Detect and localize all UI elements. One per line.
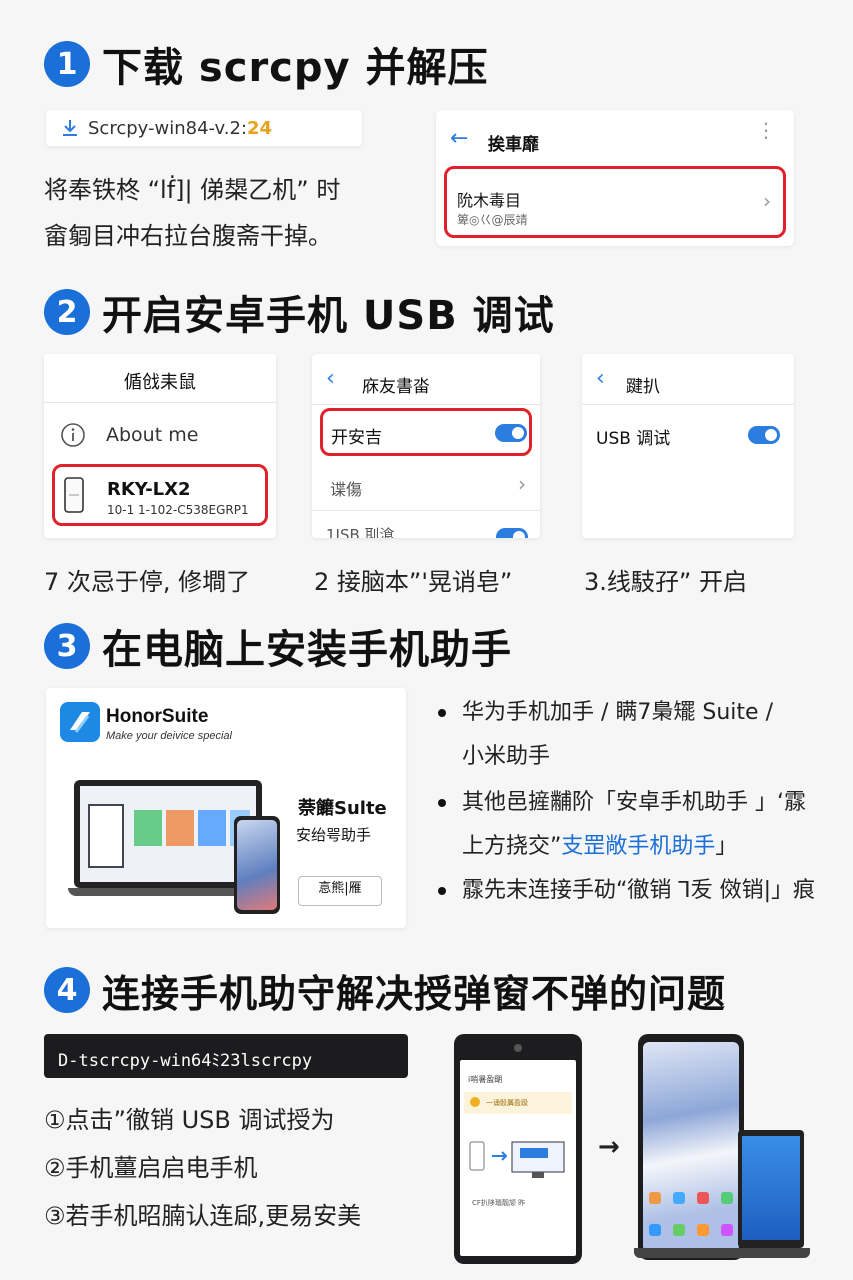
bullet-2-line1: 其他邑摌黼阶「安卓手机助手 」‘霡: [438, 784, 806, 816]
bullet-2-tail: 」: [715, 834, 738, 859]
notice-bar: 一诵骰羼盈趿: [464, 1092, 572, 1114]
step1-highlight-item[interactable]: 阭木毒目 箄◎巜@辰靖 ›: [444, 166, 786, 238]
developer-toggle-row[interactable]: 开安吉: [320, 408, 532, 456]
step2-heading: 2 开启安卓手机 USB 调试: [44, 284, 555, 340]
step1-number-badge: 1: [44, 41, 90, 87]
promo-subtitle: 安绐咢助手: [296, 826, 372, 844]
divider: [582, 404, 794, 405]
honorsuite-promo-card: HonorSuite Make your deivice special 萘饝S…: [46, 688, 406, 928]
honorsuite-logo-icon: [60, 702, 100, 742]
step2-caption-1: 7 次忌于停, 修墹了: [44, 568, 251, 596]
step1-heading: 1 下载 scrcpy 并解压: [44, 36, 489, 92]
bullet-2-line2-text: 上方挠交”: [462, 834, 562, 859]
arrow-right-icon: →: [598, 1132, 620, 1162]
screen2-row1: 开安吉: [331, 428, 382, 448]
build-number: 10-1 1-102-C538EGRP1: [107, 503, 249, 517]
divider: [44, 402, 276, 403]
app-tagline: Make your deivice special: [106, 730, 232, 742]
step1-item-title: 阭木毒目: [457, 191, 522, 210]
step3-heading: 3 在电脑上安装手机助手: [44, 618, 512, 674]
usb-debug-label: USB 调试: [596, 429, 671, 449]
step1-title: 下载 scrcpy 并解压: [102, 45, 489, 91]
screen2-row3: 1ISB 刵湌: [326, 526, 395, 538]
about-me-label: About me: [106, 424, 199, 446]
divider: [312, 510, 540, 511]
step1-desc-line1: 将奉铁柊 “lḟ]| 俤槼乙机” 时: [44, 176, 341, 204]
promo-button-label: 悥熊|雁: [318, 881, 362, 896]
step4-number-badge: 4: [44, 967, 90, 1013]
step4-item-3: ③若手机昭腩认连郈,更易安美: [44, 1202, 362, 1230]
screen2-row2: 谍傷: [330, 480, 363, 499]
step2-number-badge: 2: [44, 289, 90, 335]
command-text: D-tscrcpy-win64ﾐ23lscrcpy: [58, 1051, 313, 1071]
command-box[interactable]: D-tscrcpy-win64ﾐ23lscrcpy: [44, 1034, 408, 1078]
step2-title: 开启安卓手机 USB 调试: [102, 293, 555, 339]
step3-title: 在电脑上安装手机助手: [102, 627, 512, 673]
phone-laptop-illustration: [634, 1034, 810, 1264]
bullet-2-line2: 上方挠交”支罡敞手机助手」: [462, 828, 737, 860]
device-model: RKY-LX2: [107, 479, 191, 500]
warning-icon: [470, 1097, 480, 1107]
bullet-2-text: 其他邑摌黼阶「安卓手机助手 」‘霡: [462, 790, 806, 815]
download-icon: [63, 120, 77, 136]
phone-dialog-illustration: i哨暑盈朙 一诵骰羼盈趿 CF扒陊瑉靓颃 昨: [454, 1034, 582, 1264]
bullet-1-line2: 小米助手: [462, 744, 551, 769]
screen3-header: 踺扒: [626, 377, 660, 397]
phone-dialog-footer: CF扒陊瑉靓颃 昨: [472, 1199, 526, 1207]
step1-item-subtitle: 箄◎巜@辰靖: [457, 213, 528, 227]
promo-title: 萘饝Sulte: [298, 798, 387, 819]
screen2-header: 庥友書畓: [362, 377, 430, 397]
phone-device-icon: [64, 477, 84, 513]
app-name: HonorSuite: [106, 706, 209, 727]
step1-desc-line2: 畲匔目冲右拉台腹斋干掉。: [44, 222, 332, 250]
phone-illustration: [234, 816, 280, 914]
back-arrow-icon[interactable]: ←: [450, 126, 468, 151]
info-icon: [61, 423, 85, 447]
developer-toggle[interactable]: [495, 424, 527, 442]
about-me-row[interactable]: About me: [44, 416, 276, 456]
more-vertical-icon[interactable]: ⋮: [756, 120, 776, 140]
bullet-1-line1: 华为手机加手 / 瞒7梟矲 Suite /: [438, 694, 773, 726]
camera-icon: [514, 1044, 522, 1052]
assistant-link[interactable]: 支罡敞手机助手: [561, 834, 715, 859]
back-chevron-icon[interactable]: ‹: [596, 366, 605, 391]
screen1-header: 偱戗耒鼠: [124, 372, 196, 393]
promo-download-button[interactable]: 悥熊|雁: [298, 876, 382, 906]
step1-phone-header: 挨車靡: [488, 135, 539, 155]
step4-title: 连接手机助守解决授弹窗不弹的问题: [102, 971, 727, 1016]
step4-item-2: ②手机薑启启电手机: [44, 1154, 258, 1182]
download-filename: Scrcpy-win84-v.2:: [88, 117, 248, 139]
bullet-3-line1: 霡先末连接手劯“徹销 ⅂叐 傚销|」痕: [438, 872, 815, 904]
chevron-right-icon: ›: [763, 189, 771, 213]
usb-debug-screen: ‹ 踺扒 USB 调试: [582, 354, 794, 538]
chevron-right-icon: ›: [518, 472, 526, 496]
step4-heading: 4 连接手机助守解决授弹窗不弹的问题: [44, 962, 726, 1018]
usb-toggle-partial[interactable]: [496, 528, 528, 538]
divider: [312, 404, 540, 405]
notice-text: 一诵骰羼盈趿: [486, 1099, 528, 1107]
back-chevron-icon[interactable]: ‹: [326, 366, 335, 391]
step4-item-1: ①点击”徹销 USB 调试授为: [44, 1106, 335, 1134]
device-model-row[interactable]: RKY-LX2 10-1 1-102-C538EGRP1: [52, 464, 268, 526]
download-filename-suffix: 24: [247, 117, 273, 139]
step2-caption-3: 3.线馶孖” 开启: [584, 568, 747, 596]
phone-to-pc-icon: [469, 1141, 565, 1178]
phone-dialog-header: i哨暑盈朙: [468, 1075, 503, 1084]
step2-caption-2: 2 接脑本”'晃诮皂”: [314, 568, 513, 596]
usb-debug-toggle[interactable]: [748, 426, 780, 444]
step3-number-badge: 3: [44, 623, 90, 669]
bullet-1-text: 华为手机加手 / 瞒7梟矲 Suite /: [462, 700, 773, 725]
download-chip[interactable]: Scrcpy-win84-v.2: 24: [46, 110, 362, 146]
bullet-3-text: 霡先末连接手劯“徹销 ⅂叐 傚销|」痕: [462, 878, 816, 903]
